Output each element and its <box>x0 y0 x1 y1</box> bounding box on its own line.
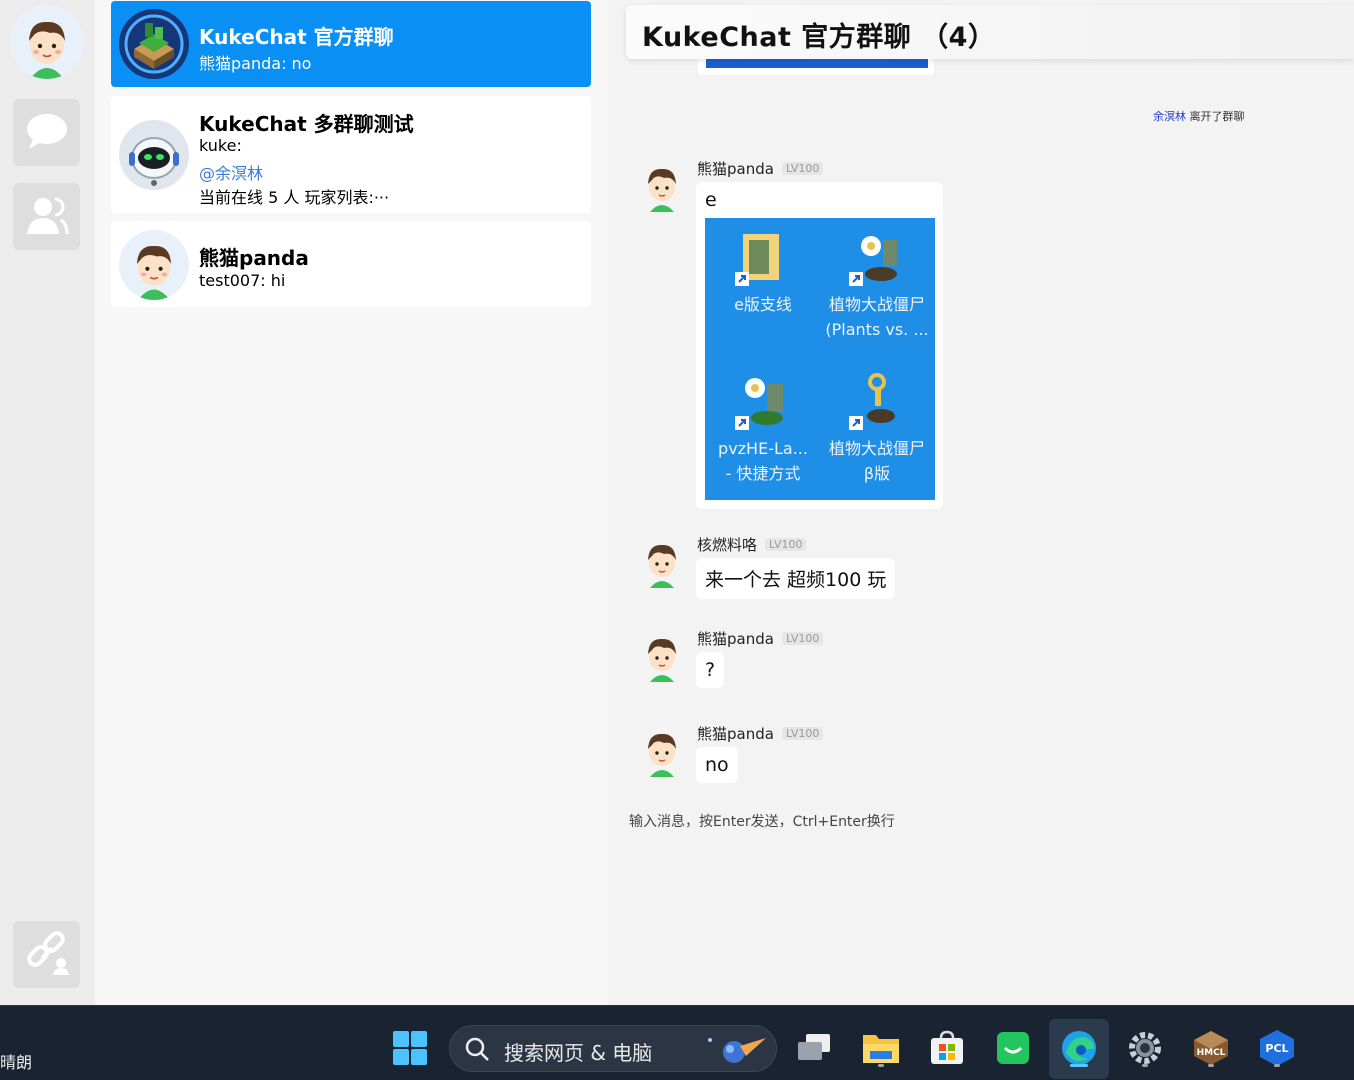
message-text: e <box>705 189 717 211</box>
message-image[interactable]: e版支线 植物大战僵尸 (Plants vs. ... pvzHE-La... … <box>705 218 935 500</box>
level-badge: LV100 <box>781 162 824 175</box>
level-badge: LV100 <box>781 727 824 740</box>
sender-line: 熊猫panda LV100 <box>697 158 824 179</box>
edge-browser-button[interactable] <box>1059 1030 1099 1070</box>
desktop-shortcut: e版支线 <box>707 218 819 317</box>
connection-settings-button[interactable] <box>13 921 80 988</box>
conversation-name: 熊猫panda <box>199 246 309 270</box>
chat-header: KukeChat 官方群聊 （4） <box>626 5 1354 59</box>
group-avatar <box>119 120 189 190</box>
sender-line: 熊猫panda LV100 <box>697 723 824 744</box>
running-indicator <box>1142 1064 1148 1067</box>
sender-name[interactable]: 熊猫panda <box>697 725 774 743</box>
settings-button[interactable] <box>1125 1030 1165 1070</box>
sender-avatar[interactable] <box>640 632 684 682</box>
conversation-item[interactable]: KukeChat 多群聊测试 kuke: @余溟林 当前在线 5 人 玩家列表:… <box>111 96 591 213</box>
shortcut-label-2: β版 <box>863 464 891 483</box>
pcl-launcher-button[interactable]: PCL <box>1257 1030 1297 1070</box>
scrolled-image-edge <box>698 59 934 75</box>
start-button[interactable] <box>390 1030 430 1070</box>
weather-widget[interactable]: 晴朗 <box>0 1049 32 1073</box>
chat-app-button[interactable] <box>993 1030 1033 1070</box>
contacts-nav-button[interactable] <box>13 183 80 250</box>
sender-line: 核燃料咯 LV100 <box>697 534 807 555</box>
windows-logo-icon <box>392 1030 428 1070</box>
sender-name[interactable]: 核燃料咯 <box>697 536 757 554</box>
desktop-shortcut: 植物大战僵尸 (Plants vs. ... <box>821 218 933 342</box>
plant-icon <box>733 370 793 432</box>
shortcut-label: 植物大战僵尸 <box>828 295 925 314</box>
conversation-last-message: test007: hi <box>199 271 286 290</box>
message-bubble: 来一个去 超频100 玩 <box>696 558 896 599</box>
user-avatar <box>119 230 189 300</box>
contacts-icon <box>25 194 69 240</box>
desktop-shortcut: 植物大战僵尸 β版 <box>821 362 933 486</box>
level-badge: LV100 <box>781 632 824 645</box>
taskbar: 晴朗 搜索网页 & 电脑 HMCL PCL <box>0 1005 1354 1080</box>
shortcut-label-2: - 快捷方式 <box>725 464 801 483</box>
level-badge: LV100 <box>765 538 807 551</box>
message-bubble: no <box>696 747 738 783</box>
plant-icon <box>847 370 907 432</box>
conversation-preview-line: 当前在线 5 人 玩家列表:··· <box>199 188 390 207</box>
folder-icon <box>733 226 793 288</box>
chat-title: KukeChat 官方群聊 （4） <box>642 22 996 53</box>
file-explorer-button[interactable] <box>861 1030 901 1070</box>
search-icon <box>464 1036 490 1066</box>
sender-name[interactable]: 熊猫panda <box>697 160 774 178</box>
sender-avatar[interactable] <box>640 162 684 212</box>
active-indicator <box>1070 1064 1088 1067</box>
pcl-label: PCL <box>1265 1042 1288 1055</box>
running-indicator <box>1274 1064 1280 1067</box>
message-input[interactable]: 输入消息，按Enter发送，Ctrl+Enter换行 <box>629 811 895 831</box>
shortcut-label: e版支线 <box>734 295 792 314</box>
search-placeholder: 搜索网页 & 电脑 <box>504 1041 653 1065</box>
chat-bubble-icon <box>25 111 69 155</box>
message-bubble: ? <box>696 652 725 688</box>
my-avatar[interactable] <box>10 5 84 79</box>
desktop-shortcut: pvzHE-La... - 快捷方式 <box>707 362 819 486</box>
chat-panel: KukeChat 官方群聊 （4） 余溟林 离开了群聊 熊猫panda LV100… <box>608 0 1354 1005</box>
group-avatar <box>119 9 189 79</box>
sender-avatar[interactable] <box>640 727 684 777</box>
plant-icon <box>847 226 907 288</box>
conversation-name: KukeChat 多群聊测试 <box>199 112 414 136</box>
conversation-item[interactable]: 熊猫panda test007: hi <box>111 221 591 307</box>
search-highlight-icon <box>700 1032 770 1070</box>
message-bubble: e e版支线 植物大战僵尸 (Plants vs. ... pvzHE-La..… <box>696 182 943 509</box>
conversation-item[interactable]: KukeChat 官方群聊 熊猫panda: no <box>111 1 591 87</box>
task-view-button[interactable] <box>795 1030 835 1070</box>
hmcl-label: HMCL <box>1197 1048 1226 1058</box>
chat-app-icon <box>995 1030 1031 1070</box>
nav-rail <box>0 0 95 1005</box>
sender-avatar[interactable] <box>640 538 684 588</box>
conversation-name: KukeChat 官方群聊 <box>199 25 394 49</box>
mention-text: @余溟林 <box>199 164 264 183</box>
conversation-last-message: 熊猫panda: no <box>199 54 312 73</box>
system-notice: 余溟林 离开了群聊 <box>1153 108 1245 124</box>
shortcut-label-2: (Plants vs. ... <box>825 320 929 339</box>
sender-name[interactable]: 熊猫panda <box>697 630 774 648</box>
taskbar-search[interactable]: 搜索网页 & 电脑 <box>449 1025 777 1072</box>
shortcut-label: 植物大战僵尸 <box>828 439 925 458</box>
link-user-icon <box>24 930 70 980</box>
conversation-list: KukeChat 官方群聊 熊猫panda: no KukeChat 多群聊测试… <box>95 0 608 1005</box>
conversation-last-message: kuke: <box>199 136 242 155</box>
chat-nav-button[interactable] <box>13 99 80 166</box>
store-button[interactable] <box>927 1030 967 1070</box>
sender-line: 熊猫panda LV100 <box>697 628 824 649</box>
notice-text: 离开了群聊 <box>1186 110 1245 123</box>
store-icon <box>929 1030 965 1070</box>
shortcut-label: pvzHE-La... <box>718 439 808 458</box>
running-indicator <box>1208 1064 1214 1067</box>
task-view-icon <box>796 1032 834 1068</box>
running-indicator <box>878 1064 884 1067</box>
hmcl-launcher-button[interactable]: HMCL <box>1191 1030 1231 1070</box>
notice-user[interactable]: 余溟林 <box>1153 110 1186 123</box>
